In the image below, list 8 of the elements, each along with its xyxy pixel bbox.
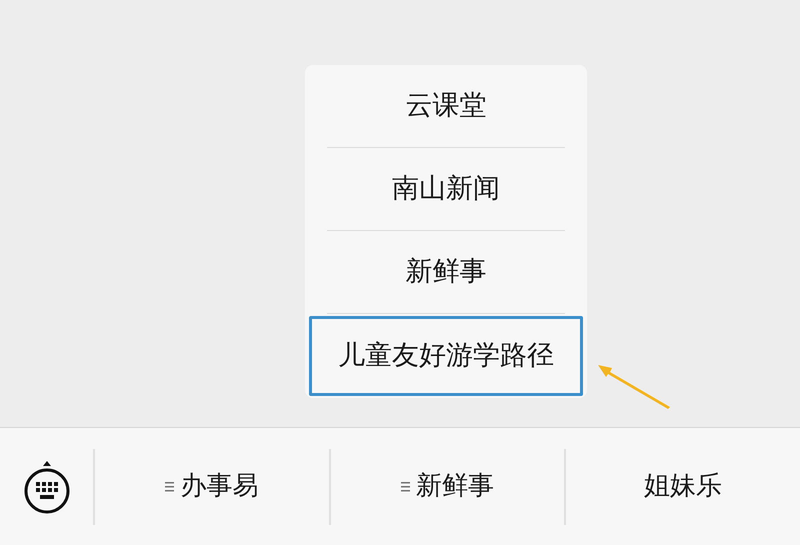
menu-tab[interactable]: 新鲜事	[328, 448, 564, 524]
menu-item[interactable]: 儿童友好游学路径	[309, 316, 583, 396]
menu-tab[interactable]: 姐妹乐	[564, 448, 800, 524]
menu-item[interactable]: 新鲜事	[327, 231, 565, 314]
menu-tab[interactable]: 办事易	[93, 448, 329, 524]
menu-item[interactable]: 南山新闻	[327, 148, 565, 231]
keyboard-icon[interactable]	[22, 460, 70, 514]
menu-item[interactable]: 云课堂	[327, 65, 565, 148]
